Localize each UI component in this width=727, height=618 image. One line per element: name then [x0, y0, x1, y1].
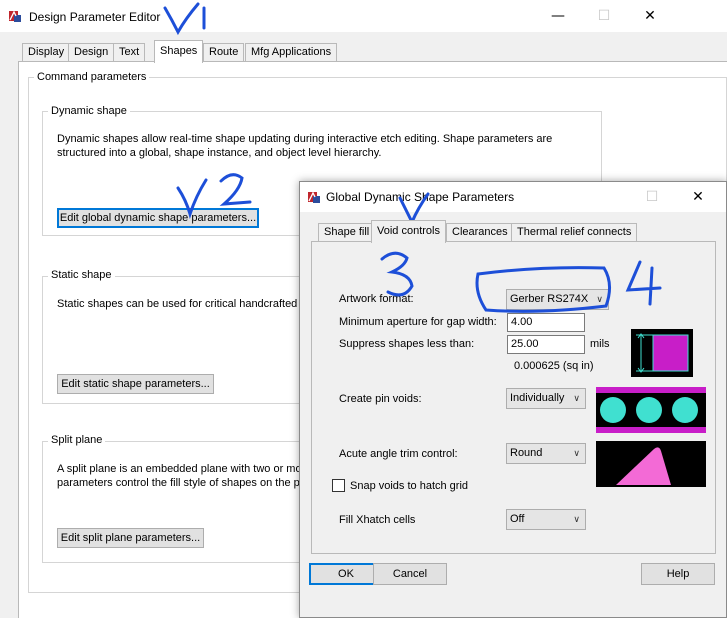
suppress-preview-image — [631, 329, 693, 377]
fill-xhatch-select[interactable]: Off ∨ — [506, 509, 586, 530]
acute-angle-preview-image — [596, 441, 706, 487]
static-shape-label: Static shape — [48, 269, 115, 281]
dialog-close-button[interactable]: ✕ — [675, 182, 721, 212]
dynamic-shape-label: Dynamic shape — [48, 105, 130, 117]
suppress-unit: mils — [590, 338, 610, 350]
chevron-down-icon: ∨ — [573, 514, 580, 524]
chevron-down-icon: ∨ — [573, 393, 580, 403]
tab-mfg-applications[interactable]: Mfg Applications — [245, 43, 338, 62]
fill-xhatch-label: Fill Xhatch cells — [339, 514, 416, 526]
tab-text[interactable]: Text — [113, 43, 146, 62]
suppress-shapes-label: Suppress shapes less than: — [339, 338, 475, 350]
close-button[interactable]: ✕ — [627, 0, 673, 32]
dialog-title: Global Dynamic Shape Parameters — [326, 190, 515, 204]
tab-design[interactable]: Design — [68, 43, 115, 62]
window-title: Design Parameter Editor — [29, 10, 161, 24]
acute-angle-select[interactable]: Round ∨ — [506, 443, 586, 464]
app-icon — [307, 190, 321, 204]
chevron-down-icon: ∨ — [596, 294, 603, 304]
split-plane-description-line2: parameters control the fill style of sha… — [57, 477, 309, 489]
min-aperture-label: Minimum aperture for gap width: — [339, 316, 497, 328]
dynamic-shape-description-line2: structured into a global, shape instance… — [57, 147, 382, 159]
acute-angle-label: Acute angle trim control: — [339, 448, 458, 460]
cancel-button[interactable]: Cancel — [373, 563, 447, 585]
tab-shape-fill[interactable]: Shape fill — [318, 223, 376, 242]
close-icon: ✕ — [644, 8, 656, 24]
maximize-icon: ☐ — [597, 8, 611, 24]
title-bar: Design Parameter Editor — ☐ ✕ — [0, 0, 727, 32]
edit-global-dynamic-shape-button[interactable]: Edit global dynamic shape parameters... — [57, 208, 259, 228]
static-shape-description: Static shapes can be used for critical h… — [57, 298, 307, 310]
create-pin-voids-select[interactable]: Individually ∨ — [506, 388, 586, 409]
tab-thermal-relief-connects[interactable]: Thermal relief connects — [511, 223, 638, 242]
suppress-area-readout: 0.000625 (sq in) — [514, 360, 594, 372]
acute-angle-value: Round — [510, 447, 543, 459]
split-plane-description-line1: A split plane is an embedded plane with … — [57, 463, 312, 475]
close-icon: ✕ — [692, 189, 704, 205]
create-pin-voids-label: Create pin voids: — [339, 393, 422, 405]
command-parameters-label: Command parameters — [34, 71, 150, 83]
pin-voids-preview-image — [596, 387, 706, 433]
edit-split-plane-button[interactable]: Edit split plane parameters... — [57, 528, 204, 548]
artwork-format-value: Gerber RS274X — [510, 293, 589, 305]
tab-void-controls[interactable]: Void controls — [371, 220, 446, 243]
artwork-format-label: Artwork format: — [339, 293, 414, 305]
tab-clearances[interactable]: Clearances — [446, 223, 514, 242]
suppress-shapes-input[interactable]: 25.00 — [507, 335, 585, 354]
maximize-button[interactable]: ☐ — [581, 0, 627, 32]
dynamic-shape-description-line1: Dynamic shapes allow real-time shape upd… — [57, 133, 553, 145]
pin-voids-value: Individually — [510, 392, 565, 404]
app-icon — [8, 9, 22, 23]
edit-static-shape-button[interactable]: Edit static shape parameters... — [57, 374, 214, 394]
dialog-title-bar: Global Dynamic Shape Parameters ☐ ✕ — [300, 182, 726, 212]
tab-display[interactable]: Display — [22, 43, 71, 62]
minimize-icon: — — [551, 8, 565, 24]
global-dynamic-shape-parameters-dialog: Global Dynamic Shape Parameters ☐ ✕ Shap… — [299, 181, 727, 618]
tab-route[interactable]: Route — [203, 43, 245, 62]
split-plane-label: Split plane — [48, 434, 106, 446]
minimize-button[interactable]: — — [535, 0, 581, 32]
chevron-down-icon: ∨ — [573, 448, 580, 458]
maximize-icon: ☐ — [645, 189, 659, 205]
tab-shapes[interactable]: Shapes — [154, 40, 204, 63]
artwork-format-select[interactable]: Gerber RS274X ∨ — [506, 289, 609, 310]
ok-button[interactable]: OK — [309, 563, 383, 585]
help-button[interactable]: Help — [641, 563, 715, 585]
snap-voids-label: Snap voids to hatch grid — [350, 480, 469, 492]
snap-voids-checkbox[interactable] — [332, 479, 345, 492]
fill-xhatch-value: Off — [510, 513, 525, 525]
dialog-maximize-button[interactable]: ☐ — [629, 182, 675, 212]
min-aperture-input[interactable]: 4.00 — [507, 313, 585, 332]
